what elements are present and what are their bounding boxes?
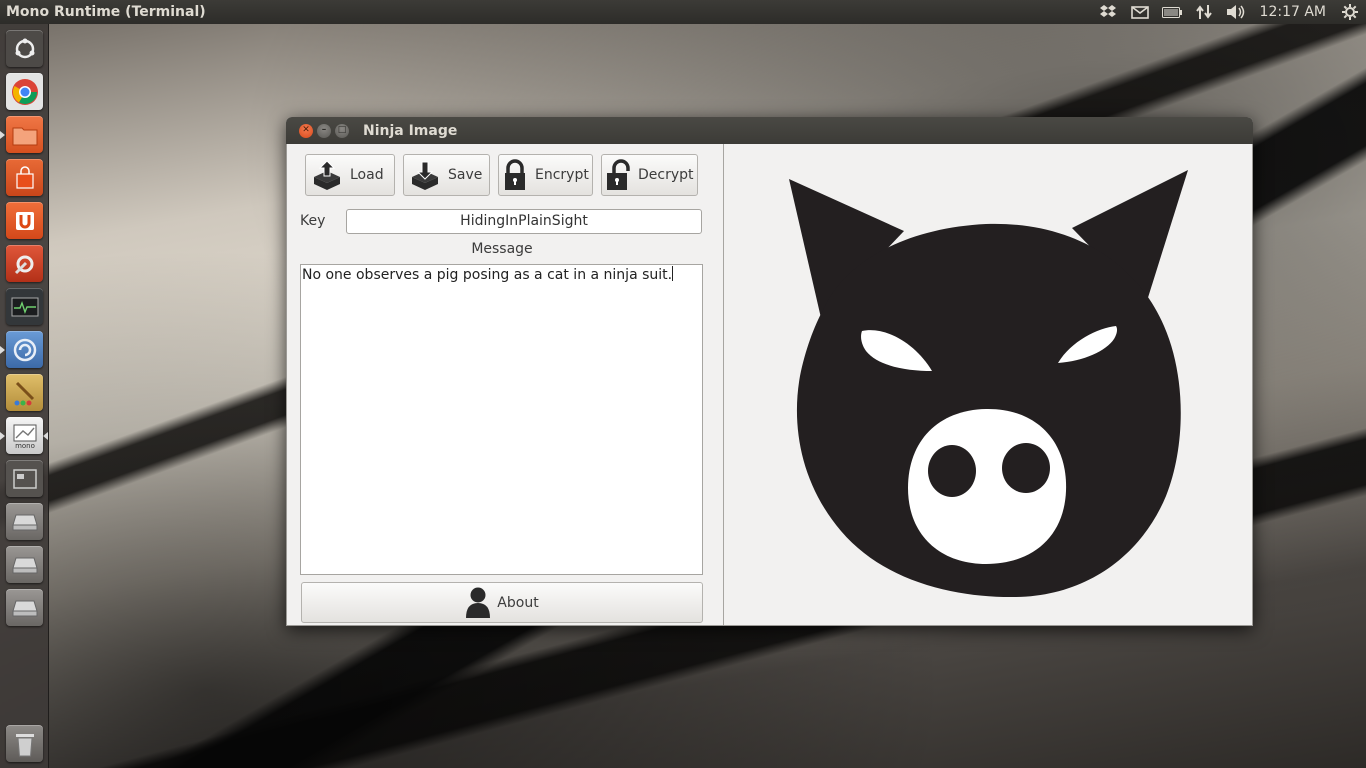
trash-icon: [15, 733, 34, 756]
person-icon: [465, 586, 491, 620]
decrypt-button-label: Decrypt: [638, 167, 694, 183]
launcher-mono-runtime[interactable]: mono: [6, 417, 43, 454]
battery-icon[interactable]: [1156, 0, 1188, 24]
save-button-label: Save: [448, 167, 483, 183]
encrypt-button[interactable]: Encrypt: [498, 154, 593, 196]
ninja-pig-image: [789, 170, 1188, 598]
launcher-workspace-switcher[interactable]: [6, 460, 43, 497]
network-icon[interactable]: [1188, 0, 1220, 24]
window-client-area: Load Save Encrypt Decrypt Key HidingInPl…: [286, 144, 1253, 626]
launcher-monodevelop[interactable]: [6, 331, 43, 368]
launcher: mono: [0, 24, 49, 768]
download-icon: [410, 158, 440, 192]
window-titlebar[interactable]: ✕ – □ Ninja Image: [286, 117, 1253, 144]
hard-drive-icon: [11, 514, 38, 530]
launcher-drive-1[interactable]: [6, 503, 43, 540]
message-textarea[interactable]: No one observes a pig posing as a cat in…: [300, 264, 703, 575]
launcher-paint-app[interactable]: [6, 374, 43, 411]
ninja-image-window: ✕ – □ Ninja Image Load Save Encrypt Decr…: [286, 117, 1253, 626]
lock-closed-icon: [503, 158, 527, 192]
ubuntu-one-icon: [15, 211, 34, 230]
workspace-switcher-icon: [12, 468, 37, 489]
about-button[interactable]: About: [301, 582, 703, 623]
shopping-bag-icon: [15, 165, 34, 189]
mail-icon[interactable]: [1124, 0, 1156, 24]
decrypt-button[interactable]: Decrypt: [601, 154, 698, 196]
message-label: Message: [471, 241, 533, 257]
close-icon: ✕: [302, 125, 310, 135]
minimize-window-button[interactable]: –: [317, 123, 331, 138]
launcher-drive-3[interactable]: [6, 589, 43, 626]
active-app-title: Mono Runtime (Terminal): [6, 4, 206, 20]
launcher-system-monitor[interactable]: [6, 288, 43, 325]
mono-icon: mono: [13, 424, 36, 450]
launcher-software-center[interactable]: [6, 159, 43, 196]
paintbrush-icon: [14, 381, 34, 405]
load-button[interactable]: Load: [305, 154, 395, 196]
key-label: Key: [300, 213, 326, 229]
activity-monitor-icon: [11, 297, 38, 316]
launcher-running-pip: [0, 131, 5, 139]
load-button-label: Load: [350, 167, 384, 183]
launcher-running-pip: [0, 432, 5, 440]
hard-drive-icon: [11, 600, 38, 616]
maximize-icon: □: [337, 125, 347, 135]
launcher-dash-home[interactable]: [6, 30, 43, 67]
dropbox-icon[interactable]: [1092, 0, 1124, 24]
clock[interactable]: 12:17 AM: [1252, 4, 1334, 20]
launcher-files[interactable]: [6, 116, 43, 153]
about-button-label: About: [497, 594, 539, 611]
upload-icon: [312, 158, 342, 192]
control-pane: Load Save Encrypt Decrypt Key HidingInPl…: [287, 144, 723, 625]
lock-open-icon: [606, 158, 630, 192]
encrypt-button-label: Encrypt: [535, 167, 589, 183]
key-field[interactable]: HidingInPlainSight: [346, 209, 702, 234]
monodevelop-icon: [13, 338, 36, 361]
close-window-button[interactable]: ✕: [299, 123, 313, 138]
top-panel: Mono Runtime (Terminal) 12:17 AM: [0, 0, 1366, 24]
window-title: Ninja Image: [363, 122, 458, 139]
launcher-chrome[interactable]: [6, 73, 43, 110]
save-button[interactable]: Save: [403, 154, 490, 196]
maximize-window-button[interactable]: □: [335, 123, 349, 138]
minimize-icon: –: [321, 125, 327, 135]
launcher-system-settings[interactable]: [6, 245, 43, 282]
launcher-ubuntu-one[interactable]: [6, 202, 43, 239]
ubuntu-logo-icon: [15, 38, 34, 58]
hard-drive-icon: [11, 557, 38, 573]
launcher-focused-pip: [43, 432, 48, 440]
svg-text:mono: mono: [15, 442, 35, 450]
launcher-trash[interactable]: [6, 725, 43, 762]
settings-wrench-icon: [14, 255, 33, 274]
image-preview-pane: [723, 144, 1252, 625]
message-text: No one observes a pig posing as a cat in…: [302, 267, 673, 283]
volume-icon[interactable]: [1220, 0, 1252, 24]
text-caret: [672, 266, 674, 281]
gear-icon[interactable]: [1334, 0, 1366, 24]
indicator-area: 12:17 AM: [1092, 0, 1366, 24]
folder-icon: [12, 127, 37, 145]
launcher-running-pip: [0, 346, 5, 354]
chrome-icon: [11, 78, 38, 105]
launcher-drive-2[interactable]: [6, 546, 43, 583]
